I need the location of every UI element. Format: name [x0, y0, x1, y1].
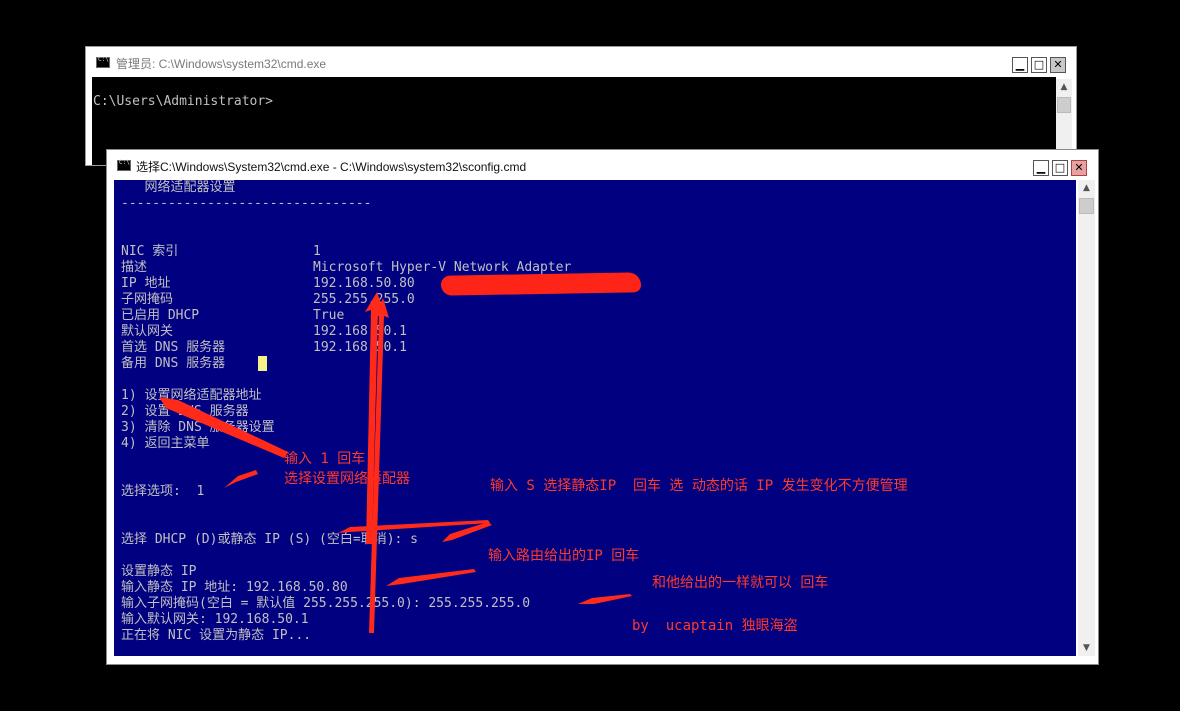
- maximize-button[interactable]: □: [1031, 57, 1047, 73]
- scroll-down-arrow-icon[interactable]: ▼: [1078, 640, 1095, 656]
- field-value-dhcp: True: [313, 308, 345, 323]
- back-window-titlebar[interactable]: 管理员: C:\Windows\system32\cmd.exe ▁ □ ✕: [86, 47, 1076, 77]
- separator: --------------------------------: [121, 196, 372, 211]
- applying-line: 正在将 NIC 设置为静态 IP...: [121, 628, 312, 643]
- minimize-button[interactable]: ▁: [1033, 160, 1049, 176]
- sconfig-console-area[interactable]: 网络适配器设置 --------------------------------…: [114, 180, 1076, 656]
- field-label-ip: IP 地址: [121, 276, 171, 291]
- scroll-up-arrow-icon[interactable]: ▲: [1056, 79, 1072, 95]
- annotation-router-ip: 输入路由给出的IP 回车: [488, 548, 640, 564]
- mask-input-line: 输入子网掩码(空白 = 默认值 255.255.255.0): 255.255.…: [121, 596, 531, 611]
- field-label-nic-index: NIC 索引: [121, 244, 179, 259]
- field-label-dns-alternate: 备用 DNS 服务器: [121, 356, 226, 371]
- cmd-icon: [96, 56, 110, 68]
- minimize-button[interactable]: ▁: [1012, 57, 1028, 73]
- menu-item-1: 1) 设置网络适配器地址: [121, 388, 262, 403]
- back-cmd-window[interactable]: 管理员: C:\Windows\system32\cmd.exe ▁ □ ✕ C…: [85, 46, 1077, 166]
- command-prompt: C:\Users\Administrator>: [93, 94, 274, 109]
- field-value-subnet: 255.255.255.0: [313, 292, 415, 307]
- sconfig-scrollbar[interactable]: ▲ ▼: [1078, 180, 1095, 656]
- sconfig-window-title: 选择C:\Windows\System32\cmd.exe - C:\Windo…: [136, 160, 527, 174]
- field-label-subnet: 子网掩码: [121, 292, 174, 307]
- maximize-button[interactable]: □: [1052, 160, 1068, 176]
- menu-item-2: 2) 设置 DNS 服务器: [121, 404, 249, 419]
- select-option-prompt: 选择选项: 1: [121, 484, 205, 499]
- field-value-dns-primary: 192.168.50.1: [313, 340, 407, 355]
- redaction-scribble: [440, 272, 642, 296]
- scroll-up-arrow-icon[interactable]: ▲: [1078, 180, 1095, 196]
- menu-item-4: 4) 返回主菜单: [121, 436, 210, 451]
- sconfig-window[interactable]: 选择C:\Windows\System32\cmd.exe - C:\Windo…: [106, 149, 1099, 665]
- annotation-enter-1: 输入 1 回车: [284, 451, 366, 467]
- back-window-title: 管理员: C:\Windows\system32\cmd.exe: [116, 57, 327, 71]
- scroll-thumb[interactable]: [1057, 97, 1071, 113]
- close-button[interactable]: ✕: [1071, 160, 1087, 176]
- menu-item-3: 3) 清除 DNS 服务器设置: [121, 420, 275, 435]
- field-value-ip: 192.168.50.80: [313, 276, 415, 291]
- field-label-dns-primary: 首选 DNS 服务器: [121, 340, 226, 355]
- annotation-same-as-given: 和他给出的一样就可以 回车: [652, 575, 829, 591]
- field-label-dhcp: 已启用 DHCP: [121, 308, 200, 323]
- section-header: 网络适配器设置: [121, 180, 236, 195]
- annotation-author: by ucaptain 独眼海盗: [632, 618, 798, 634]
- text-cursor: [258, 356, 267, 371]
- field-label-gateway: 默认网关: [121, 324, 174, 339]
- ip-input-line: 输入静态 IP 地址: 192.168.50.80: [121, 580, 348, 595]
- close-button[interactable]: ✕: [1050, 57, 1066, 73]
- set-static-ip-line: 设置静态 IP: [121, 564, 197, 579]
- field-value-nic-index: 1: [313, 244, 321, 259]
- field-value-gateway: 192.168.50.1: [313, 324, 407, 339]
- sconfig-window-titlebar[interactable]: 选择C:\Windows\System32\cmd.exe - C:\Windo…: [107, 150, 1098, 180]
- dhcp-static-prompt: 选择 DHCP (D)或静态 IP (S) (空白=取消): s: [121, 532, 419, 547]
- gateway-input-line: 输入默认网关: 192.168.50.1: [121, 612, 309, 627]
- annotation-select-adapter: 选择设置网络适配器: [284, 471, 410, 487]
- cmd-icon: [117, 159, 131, 171]
- field-label-description: 描述: [121, 260, 148, 275]
- annotation-enter-s: 输入 S 选择静态IP 回车 选 动态的话 IP 发生变化不方便管理: [490, 478, 908, 494]
- scroll-thumb[interactable]: [1079, 198, 1094, 214]
